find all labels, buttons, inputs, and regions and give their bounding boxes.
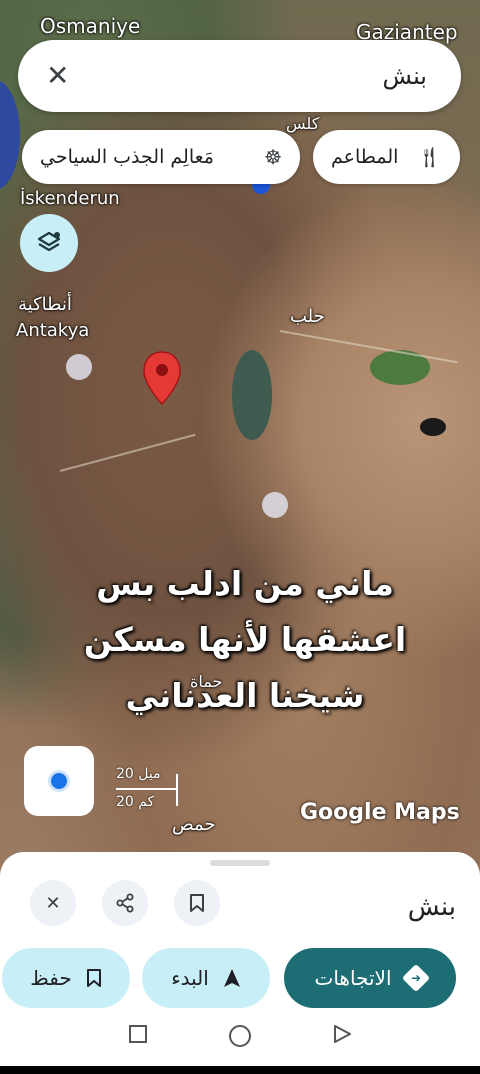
map-label-antakya: Antakya	[16, 320, 90, 341]
caption-line: شيخنا العدناني	[125, 676, 365, 715]
system-nav-bar	[0, 1010, 480, 1066]
road	[59, 433, 196, 472]
location-pin-icon[interactable]	[142, 350, 182, 406]
chip-label: المطاعم	[331, 146, 399, 168]
drag-handle[interactable]	[210, 860, 270, 866]
save-button[interactable]: حفظ	[2, 948, 130, 1008]
map-label-iskenderun: İskenderun	[20, 188, 120, 209]
recents-icon[interactable]	[128, 1024, 148, 1050]
scale-km: 20 كم	[116, 794, 155, 810]
sea	[0, 80, 20, 190]
share-icon	[116, 893, 134, 913]
scale-miles: 20 ميل	[116, 766, 161, 782]
bottom-bezel	[0, 1066, 480, 1074]
directions-button[interactable]: ➜ الاتجاهات	[284, 948, 456, 1008]
back-icon[interactable]	[332, 1024, 352, 1050]
home-icon[interactable]	[228, 1024, 252, 1054]
share-button[interactable]	[102, 880, 148, 926]
close-icon: ✕	[45, 892, 61, 914]
layers-icon	[37, 231, 61, 252]
caption-line: اعشقها لأنها مسكن	[83, 620, 407, 659]
map-label-kilis: كلس	[286, 114, 320, 133]
lake	[420, 418, 446, 436]
scale-tick	[176, 774, 178, 806]
chip-label: مَعالِم الجذب السياحي	[40, 146, 214, 168]
bookmark-icon	[190, 894, 204, 912]
map-scale: 20 ميل 20 كم	[116, 766, 182, 814]
map-label-aleppo: حلب	[290, 306, 325, 327]
map-marker-dot[interactable]	[66, 354, 92, 380]
scale-bar	[116, 788, 178, 790]
save-label: حفظ	[30, 966, 72, 990]
place-title: بنش	[407, 892, 456, 922]
caption-line: ماني من ادلب بس	[96, 564, 394, 603]
map-label-homs: حمص	[172, 814, 216, 835]
layers-button[interactable]	[20, 214, 78, 272]
maps-screen: Osmaniye Gaziantep كلس İskenderun أنطاكي…	[0, 0, 480, 1074]
bookmark-button[interactable]	[174, 880, 220, 926]
search-bar[interactable]: ✕ بنش	[18, 40, 461, 112]
directions-label: الاتجاهات	[314, 966, 392, 990]
lake	[232, 350, 272, 440]
close-icon[interactable]: ✕	[46, 62, 69, 90]
start-button[interactable]: البدء	[142, 948, 270, 1008]
my-location-button[interactable]	[24, 746, 94, 816]
start-label: البدء	[171, 966, 209, 990]
navigation-arrow-icon	[223, 969, 240, 987]
chip-restaurants[interactable]: المطاعم 🍴︎	[313, 130, 460, 184]
bookmark-icon	[86, 969, 101, 987]
directions-icon: ➜	[401, 963, 430, 993]
close-sheet-button[interactable]: ✕	[30, 880, 76, 926]
ferris-wheel-icon: ☸	[264, 145, 282, 169]
map-marker-dot[interactable]	[262, 492, 288, 518]
google-maps-attribution: Google Maps	[300, 800, 460, 825]
fork-knife-icon: 🍴︎	[416, 145, 442, 169]
road	[279, 330, 458, 364]
my-location-icon	[51, 773, 67, 789]
chip-attractions[interactable]: مَعالِم الجذب السياحي ☸	[22, 130, 300, 184]
search-query[interactable]: بنش	[382, 62, 427, 90]
map-label-antakya-ar: أنطاكية	[18, 294, 72, 315]
map-label-osmaniye: Osmaniye	[40, 14, 141, 38]
video-caption: ماني من ادلب بس اعشقها لأنها مسكن شيخنا …	[60, 556, 430, 724]
